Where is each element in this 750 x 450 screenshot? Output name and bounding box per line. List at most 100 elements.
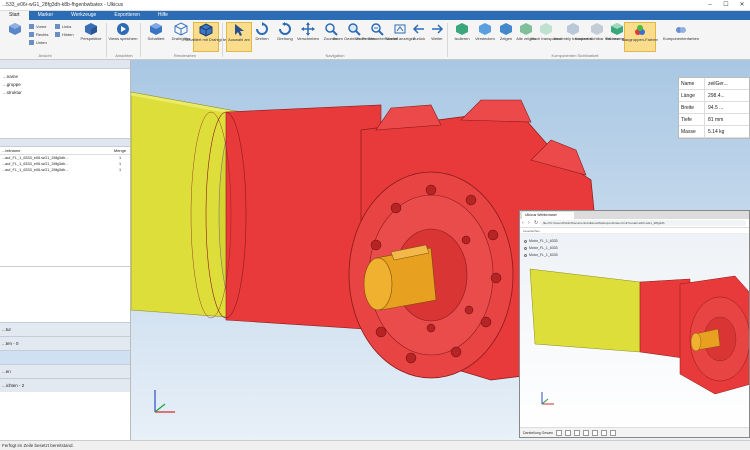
perspective-button[interactable]: Perspektive	[78, 22, 104, 52]
color-balls-icon	[635, 25, 645, 35]
address-bar[interactable]: file:///C:/Users/Public/Documents/Ulkicu…	[540, 220, 746, 226]
property-row: Breite 94.5 ...	[679, 101, 749, 114]
assembly-cube-icon	[567, 23, 579, 35]
render-mode-label[interactable]: Darstellung Gesam	[523, 431, 553, 435]
panel-header	[0, 60, 130, 69]
magnifier-icon	[325, 23, 338, 36]
title-bar: ...533_e06r-wG1_28fg3dh-k8b-fhgenbwbatex…	[0, 0, 750, 11]
view-front-icon	[29, 23, 34, 29]
view-left[interactable]: Links	[55, 23, 71, 29]
property-row: Tiefe 81 mm	[679, 113, 749, 126]
isolate-cube-icon	[456, 23, 468, 35]
model-tree[interactable]: ...name ...gruppe ...struktur	[0, 69, 130, 139]
web-motor-model[interactable]	[520, 234, 750, 429]
table-header: ...teilname Menge	[0, 147, 130, 155]
web-viewer[interactable]: Motor_FL_1_6333 Motor_FL_1_6333 Motor_FL…	[520, 234, 750, 429]
separator	[106, 23, 107, 57]
ribbon: Vorne Rechts Unten Links Hinten Perspekt…	[0, 20, 750, 60]
view-bottom[interactable]: Unten	[29, 39, 47, 45]
panel-header	[0, 139, 130, 147]
view-right-icon	[29, 31, 34, 37]
ribbon-tabs: Start Marker Werkzeuge Exportieren Hilfe	[0, 11, 750, 20]
hide-cube-icon	[479, 23, 491, 35]
property-row: Name zeilGer...	[679, 77, 749, 90]
toolbar-button[interactable]	[573, 429, 580, 436]
group-navigation: Navigation	[325, 53, 345, 58]
toolbar-button[interactable]	[582, 429, 589, 436]
component-colors-icon	[676, 27, 686, 33]
show-cube-icon	[500, 23, 512, 35]
separator	[222, 23, 223, 57]
tree-item[interactable]: ...gruppe	[3, 81, 130, 89]
toolbar-button[interactable]	[609, 429, 616, 436]
component-colors-button[interactable]: Komponentenfarben	[663, 22, 699, 52]
save-views-button[interactable]: Views speichern	[108, 22, 138, 52]
cube-icon	[9, 23, 21, 35]
show-all-cube-icon	[520, 23, 532, 35]
group-colors-button[interactable]: Baugruppen-Farben	[622, 22, 658, 52]
property-row: Länge 298.4...	[679, 89, 749, 102]
tab-werkzeuge[interactable]: Werkzeuge	[62, 11, 105, 20]
view-front[interactable]: Vorne	[29, 23, 46, 29]
column-header-name[interactable]: ...teilname	[0, 148, 110, 153]
tab-exportieren[interactable]: Exportieren	[105, 11, 149, 20]
zoom-all-icon	[371, 23, 384, 36]
browser-window: Ulkicus Webbrowser ‹ › ↻ file:///C:/User…	[519, 210, 750, 438]
shaded-button[interactable]: Schattiert	[143, 22, 169, 52]
toolbar-button[interactable]	[555, 429, 562, 436]
cursor-icon	[235, 24, 244, 36]
web-viewer-toolbar: Darstellung Gesam	[520, 427, 749, 437]
shaded-wireframe-button[interactable]: Schattiert mit Drahtgitter	[184, 22, 228, 52]
group-ansichten: Ansichten	[115, 53, 133, 58]
section-markers[interactable]: ...en	[0, 364, 130, 378]
browser-tabstrip: Ulkicus Webbrowser	[520, 211, 749, 219]
browser-tab[interactable]: Ulkicus Webbrowser	[522, 212, 574, 219]
property-row: Masse 5.14 kg	[679, 125, 749, 138]
toolbar-button[interactable]	[591, 429, 598, 436]
separator	[140, 23, 141, 57]
home-view-button[interactable]	[2, 22, 28, 52]
section-structure[interactable]: ...tur	[0, 322, 130, 336]
tab-marker[interactable]: Marker	[29, 11, 63, 20]
rotate-icon	[256, 22, 268, 35]
axis-triad-icon	[154, 390, 175, 413]
table-row[interactable]: ...auf_FL_1_6333_e06-wG1_28fg3dh... 1	[0, 167, 130, 173]
section-selected[interactable]	[0, 350, 130, 364]
web-axis-triad-icon	[541, 392, 554, 405]
tab-start[interactable]: Start	[0, 11, 29, 20]
toolbar-button[interactable]	[600, 429, 607, 436]
toolbar-button[interactable]	[564, 429, 571, 436]
close-button[interactable]: ✕	[734, 0, 750, 11]
tree-item[interactable]: ...struktur	[3, 89, 130, 97]
window-title: ...533_e06r-wG1_28fg3dh-k8b-fhgenbwbatex…	[2, 2, 124, 8]
group-sichtbarkeit: Komponenten Sichtbarkeit	[551, 53, 599, 58]
arrow-right-icon	[432, 24, 444, 34]
section-views[interactable]: ...ten - 0	[0, 336, 130, 350]
view-back-icon	[55, 31, 60, 37]
panel-bottom	[0, 392, 130, 412]
status-bar: Ferfügt im Zeile besetzt bereitstand.	[0, 440, 750, 450]
maximize-button[interactable]: ☐	[718, 0, 734, 11]
section-saved-views[interactable]: ...ichten - 2	[0, 378, 130, 392]
group-renderarten: Renderarten	[173, 53, 197, 58]
view-bottom-icon	[29, 39, 34, 45]
minimize-button[interactable]: –	[702, 0, 718, 11]
normal-view-icon	[394, 24, 406, 34]
wireframe-cube-icon	[174, 22, 188, 36]
view-back[interactable]: Hinten	[55, 31, 74, 37]
group-ansicht: Ansicht	[38, 53, 52, 58]
move-icon	[301, 22, 315, 36]
view-left-icon	[55, 23, 60, 29]
parts-table: ...teilname Menge ...auf_FL_1_6333_e06-w…	[0, 147, 130, 267]
zoom-window-icon	[348, 23, 361, 36]
properties-panel: Name zeilGer... Länge 298.4... Breite 94.5 …	[678, 77, 750, 139]
shaded-wire-cube-icon	[199, 23, 213, 37]
spin-icon	[279, 22, 291, 35]
window-controls: – ☐ ✕	[702, 0, 750, 11]
tab-hilfe[interactable]: Hilfe	[149, 11, 177, 20]
play-icon	[117, 23, 129, 35]
column-header-qty[interactable]: Menge	[110, 148, 130, 153]
view-right[interactable]: Rechts	[29, 31, 48, 37]
tree-item[interactable]: ...name	[3, 73, 130, 81]
separator	[447, 23, 448, 57]
